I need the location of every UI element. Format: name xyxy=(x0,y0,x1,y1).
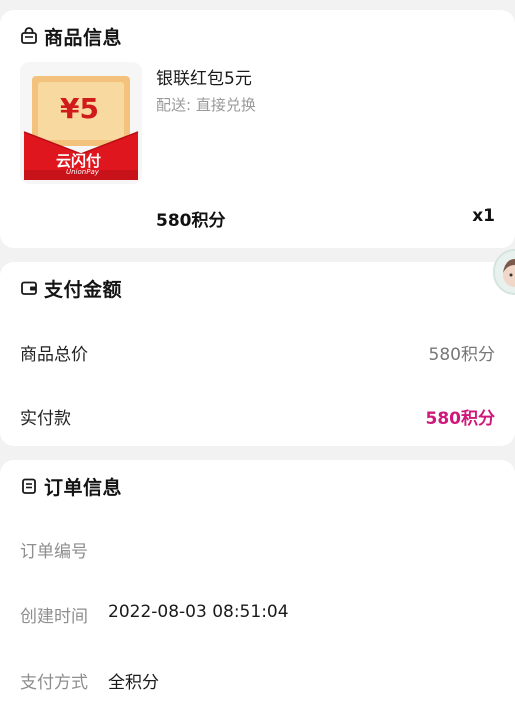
customer-service-button[interactable] xyxy=(493,249,515,295)
actual-payment-value: 580积分 xyxy=(425,409,496,429)
goods-quantity: x1 xyxy=(472,206,495,226)
created-time-label: 创建时间 xyxy=(20,607,88,627)
order-info-card: 订单信息 订单编号 创建时间 2022-08-03 08:51:04 支付方式 … xyxy=(0,460,515,720)
unionpay-brand-en: UnionPay xyxy=(66,168,99,176)
actual-payment-label: 实付款 xyxy=(20,409,71,429)
goods-image[interactable]: ¥5 云闪付 UnionPay xyxy=(20,62,142,184)
order-number-label: 订单编号 xyxy=(20,542,88,562)
created-time-value: 2022-08-03 08:51:04 xyxy=(108,602,289,622)
goods-section-title: 商品信息 xyxy=(44,26,123,49)
goods-total-value: 580积分 xyxy=(428,345,495,365)
goods-price: 580积分 xyxy=(156,211,226,231)
payment-amount-card: 支付金额 商品总价 580积分 实付款 580积分 xyxy=(0,262,515,446)
goods-name[interactable]: 银联红包5元 xyxy=(156,64,252,89)
bag-icon xyxy=(20,27,38,45)
payment-section-header: 支付金额 xyxy=(20,274,122,302)
voucher-amount: ¥5 xyxy=(60,92,99,125)
order-list-icon xyxy=(20,477,38,495)
goods-total-label: 商品总价 xyxy=(20,345,88,365)
wallet-icon xyxy=(20,279,38,297)
goods-section-header: 商品信息 xyxy=(20,22,122,50)
payment-method-value: 全积分 xyxy=(108,673,159,693)
payment-method-label: 支付方式 xyxy=(20,673,88,693)
goods-delivery: 配送: 直接兑换 xyxy=(156,96,256,114)
payment-section-title: 支付金额 xyxy=(44,278,123,301)
order-section-header: 订单信息 xyxy=(20,472,122,500)
goods-info-card: 商品信息 ¥5 云闪付 UnionPay 银联红包5元 配送: 直接兑换 580… xyxy=(0,10,515,248)
order-section-title: 订单信息 xyxy=(44,476,123,499)
customer-service-avatar-icon xyxy=(495,251,515,293)
